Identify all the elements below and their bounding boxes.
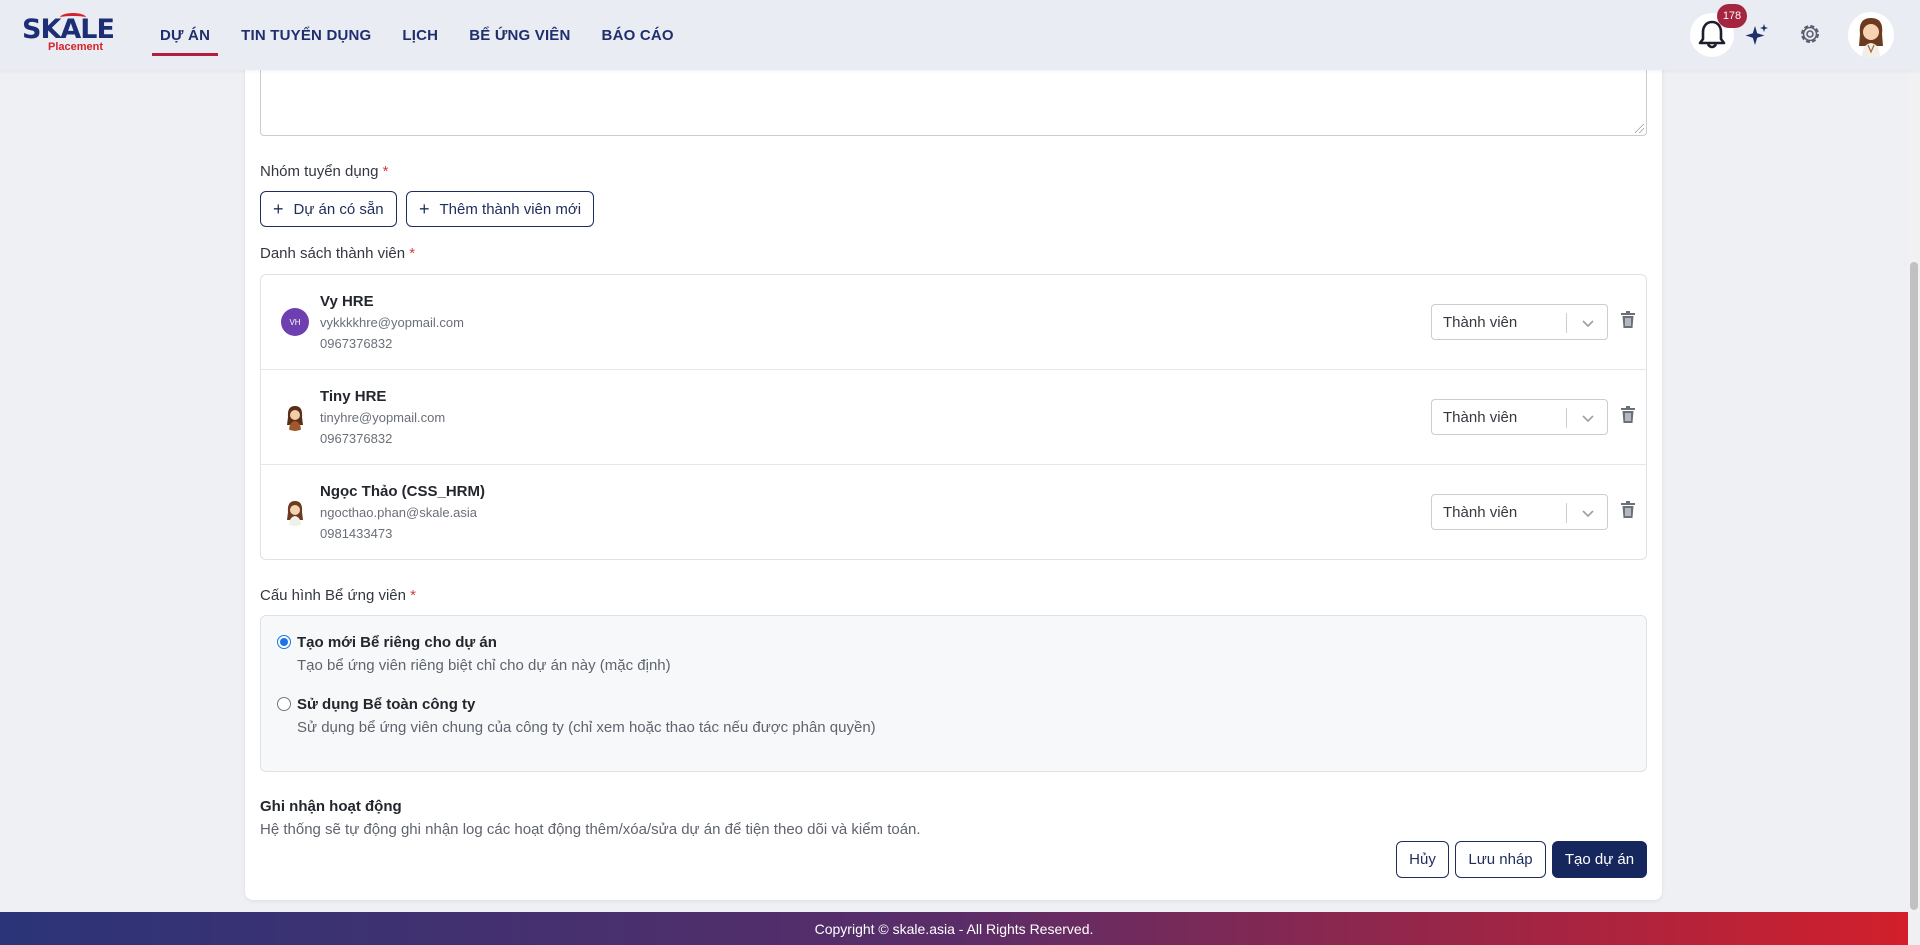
members-label-text: Danh sách thành viên	[260, 245, 406, 262]
radio-company-pool[interactable]	[277, 697, 291, 711]
create-project-form: Nhóm tuyển dụng * + Dự án có sẵn + Thêm …	[245, 60, 1662, 900]
chevron-down-icon	[1582, 415, 1594, 423]
member-role-value: Thành viên	[1443, 314, 1518, 331]
chevron-down-icon	[1582, 510, 1594, 518]
member-avatar: VH	[281, 308, 309, 336]
member-email: tinyhre@yopmail.com	[320, 410, 446, 425]
member-name: Tiny HRE	[320, 388, 387, 405]
nav-item-reports[interactable]: BÁO CÁO	[594, 0, 682, 70]
member-phone: 0981433473	[320, 526, 393, 541]
nav-item-calendar[interactable]: LỊCH	[394, 0, 446, 70]
member-name: Ngọc Thảo (CSS_HRM)	[320, 483, 485, 500]
member-role-select[interactable]: Thành viên	[1431, 304, 1608, 340]
recruiting-group-label-text: Nhóm tuyển dụng	[260, 163, 379, 180]
candidate-pool-label: Cấu hình Bể ứng viên *	[260, 587, 416, 604]
create-project-button[interactable]: Tạo dự án	[1552, 841, 1647, 878]
select-separator	[1566, 503, 1567, 523]
existing-project-button-label: Dự án có sẵn	[293, 200, 384, 218]
nav-item-projects[interactable]: DỰ ÁN	[152, 0, 219, 70]
activity-log-description: Hệ thống sẽ tự động ghi nhận log các hoạ…	[260, 821, 921, 838]
member-role-select[interactable]: Thành viên	[1431, 399, 1608, 435]
member-avatar	[281, 498, 309, 526]
member-phone: 0967376832	[320, 431, 393, 446]
member-avatar-illustration	[287, 406, 303, 431]
activity-log-title: Ghi nhận hoạt động	[260, 798, 402, 815]
company-pool-description: Sử dụng bể ứng viên chung của công ty (c…	[297, 719, 876, 736]
delete-member-trash-icon[interactable]	[1620, 311, 1636, 329]
logo-swoosh	[60, 13, 86, 22]
private-pool-description: Tạo bể ứng viên riêng biệt chỉ cho dự án…	[297, 657, 671, 674]
save-draft-button[interactable]: Lưu nháp	[1455, 841, 1546, 878]
skale-logo[interactable]: SKALE Placement	[22, 13, 115, 56]
delete-member-trash-icon[interactable]	[1620, 501, 1636, 519]
candidate-pool-options: Tạo mới Bể riêng cho dự án Tạo bể ứng vi…	[260, 615, 1647, 772]
textarea-resize-handle[interactable]	[1635, 124, 1644, 133]
private-pool-title: Tạo mới Bể riêng cho dự án	[297, 634, 497, 651]
nav-item-job-posts[interactable]: TIN TUYỂN DỤNG	[233, 0, 379, 70]
cancel-button[interactable]: Hủy	[1396, 841, 1449, 878]
member-list: VH Vy HRE vykkkkhre@yopmail.com 09673768…	[260, 274, 1647, 560]
required-mark: *	[410, 587, 416, 604]
recruiting-group-label: Nhóm tuyển dụng *	[260, 163, 388, 180]
member-avatar	[281, 403, 309, 431]
delete-member-trash-icon[interactable]	[1620, 406, 1636, 424]
logo-sub-text: Placement	[48, 41, 104, 53]
chevron-down-icon	[1582, 320, 1594, 328]
page-footer: Copyright © skale.asia - All Rights Rese…	[0, 912, 1908, 945]
header-actions: 178	[1680, 0, 1920, 70]
member-role-value: Thành viên	[1443, 409, 1518, 426]
user-avatar-illustration	[1859, 18, 1883, 58]
ai-sparkle-icon[interactable]	[1744, 23, 1770, 49]
member-email: vykkkkhre@yopmail.com	[320, 315, 464, 330]
required-mark: *	[382, 163, 389, 180]
plus-icon: +	[273, 199, 284, 219]
member-role-value: Thành viên	[1443, 504, 1518, 521]
copyright-text: Copyright © skale.asia - All Rights Rese…	[814, 920, 1094, 937]
member-email: ngocthao.phan@skale.asia	[320, 505, 478, 520]
existing-project-button[interactable]: + Dự án có sẵn	[260, 191, 397, 227]
settings-gear-icon[interactable]	[1797, 21, 1823, 47]
top-navbar: SKALE Placement DỰ ÁN TIN TUYỂN DỤNG LỊC…	[0, 0, 1920, 70]
select-separator	[1566, 408, 1567, 428]
add-member-button-label: Thêm thành viên mới	[439, 200, 582, 218]
plus-icon: +	[419, 199, 430, 219]
page-scrollbar-thumb[interactable]	[1910, 262, 1918, 910]
candidate-pool-label-text: Cấu hình Bể ứng viên	[260, 587, 406, 604]
member-row: Tiny HRE tinyhre@yopmail.com 0967376832 …	[261, 370, 1646, 465]
member-row: VH Vy HRE vykkkkhre@yopmail.com 09673768…	[261, 275, 1646, 370]
company-pool-title: Sử dụng Bể toàn công ty	[297, 696, 476, 713]
add-member-button[interactable]: + Thêm thành viên mới	[406, 191, 595, 227]
radio-private-pool[interactable]	[277, 635, 291, 649]
user-avatar[interactable]	[1848, 12, 1894, 58]
member-phone: 0967376832	[320, 336, 393, 351]
member-name: Vy HRE	[320, 293, 374, 310]
member-row: Ngọc Thảo (CSS_HRM) ngocthao.phan@skale.…	[261, 465, 1646, 560]
select-separator	[1566, 313, 1567, 333]
members-label: Danh sách thành viên *	[260, 245, 415, 262]
notification-count-badge: 178	[1717, 4, 1747, 28]
nav-item-candidate-pool[interactable]: BỂ ỨNG VIÊN	[461, 0, 578, 70]
description-textarea[interactable]	[260, 60, 1647, 136]
main-nav: DỰ ÁN TIN TUYỂN DỤNG LỊCH BỂ ỨNG VIÊN BÁ…	[152, 0, 697, 70]
required-mark: *	[409, 245, 416, 262]
member-role-select[interactable]: Thành viên	[1431, 494, 1608, 530]
member-avatar-illustration	[287, 501, 303, 526]
